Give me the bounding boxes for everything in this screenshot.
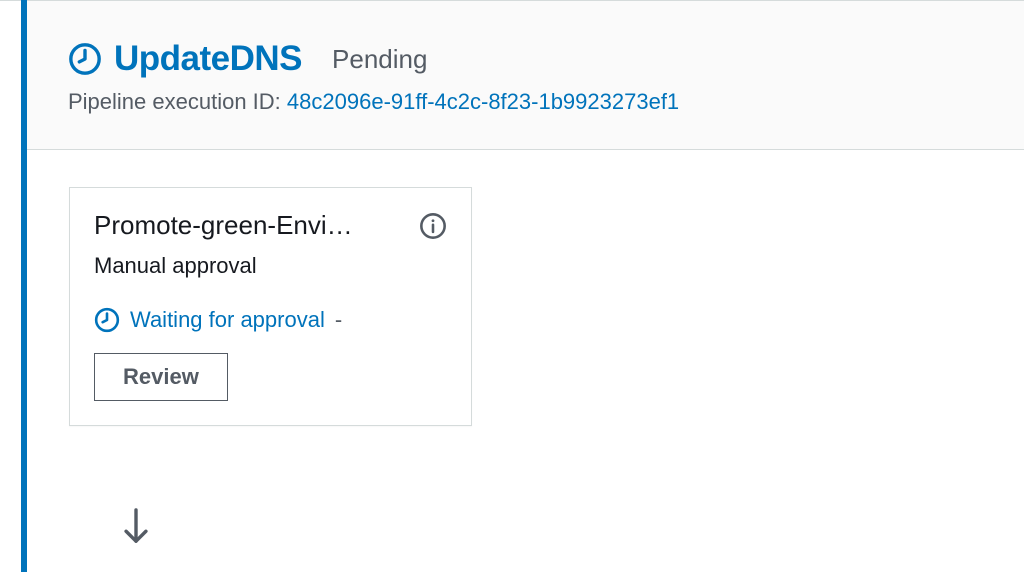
status-dash: - — [335, 307, 342, 333]
action-subtitle: Manual approval — [94, 253, 447, 279]
action-status-link[interactable]: Waiting for approval — [130, 307, 325, 333]
stage-header: UpdateDNS Pending Pipeline execution ID:… — [27, 1, 1024, 150]
execution-id-label: Pipeline execution ID: — [68, 89, 281, 114]
clock-pending-icon — [94, 307, 120, 333]
pipeline-stage: UpdateDNS Pending Pipeline execution ID:… — [0, 0, 1024, 572]
action-card: Promote-green-Envi… Manual approval Wait… — [69, 187, 472, 426]
info-icon[interactable] — [419, 212, 447, 240]
stage-status: Pending — [332, 44, 427, 75]
clock-pending-icon — [68, 42, 102, 76]
action-title: Promote-green-Envi… — [94, 210, 353, 241]
arrow-down-icon — [119, 505, 153, 554]
execution-id-link[interactable]: 48c2096e-91ff-4c2c-8f23-1b9923273ef1 — [287, 89, 679, 114]
review-button[interactable]: Review — [94, 353, 228, 401]
stage-title: UpdateDNS — [114, 39, 302, 79]
action-status-row: Waiting for approval - — [94, 307, 447, 333]
execution-id-row: Pipeline execution ID: 48c2096e-91ff-4c2… — [68, 89, 1024, 115]
stage-title-row: UpdateDNS Pending — [68, 39, 1024, 79]
action-title-row: Promote-green-Envi… — [94, 210, 447, 241]
